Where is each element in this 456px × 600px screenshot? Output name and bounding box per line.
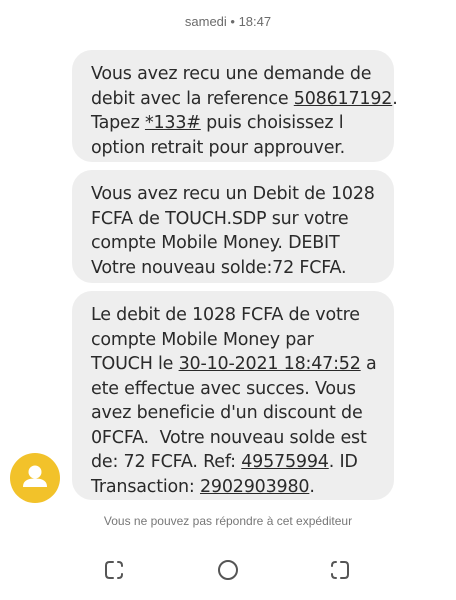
- message-line: Tapez *133# puis choisissez l: [91, 111, 378, 136]
- message-link[interactable]: *133#: [145, 113, 201, 133]
- message-line: Vous avez recu un Debit de 1028: [91, 182, 378, 207]
- message-text: a: [360, 354, 377, 374]
- message-text: 0FCFA. Votre nouveau solde est: [91, 427, 367, 448]
- message-text: .: [309, 476, 315, 497]
- message-text: FCFA de TOUCH.SDP sur votre: [91, 208, 349, 229]
- message-timestamp: samedi • 18:47: [184, 14, 272, 29]
- message-line: Vous avez recu une demande de: [91, 62, 378, 87]
- message-link[interactable]: 30-10-2021 18:47:52: [179, 354, 361, 374]
- message-bubble[interactable]: Vous avez recu une demande de debit avec …: [72, 50, 398, 162]
- message-text: .: [392, 88, 398, 109]
- message-bubble[interactable]: Vous avez recu un Debit de 1028 FCFA de T…: [72, 170, 394, 283]
- message-text: ete effectue avec succes. Vous: [91, 378, 356, 399]
- message-link[interactable]: 508617192: [294, 89, 393, 109]
- home-button[interactable]: [215, 557, 241, 583]
- recents-icon: [105, 561, 123, 579]
- message-text: avez beneficie d'un discount de: [91, 403, 363, 423]
- message-bubble[interactable]: Le debit de 1028 FCFA de votre compte Mob…: [72, 291, 394, 500]
- message-text: puis choisissez l: [200, 113, 344, 133]
- message-line: option retrait pour approuver.: [91, 136, 378, 161]
- person-icon: [23, 465, 47, 487]
- message-text: Le debit de 1028 FCFA de votre: [91, 305, 360, 325]
- message-line: Transaction: 2902903980.: [91, 475, 378, 500]
- message-line: TOUCH le 30-10-2021 18:47:52 a: [91, 352, 378, 377]
- back-icon: [331, 561, 349, 579]
- message-line: compte Mobile Money par: [91, 328, 378, 353]
- message-text: compte Mobile Money. DEBIT: [91, 233, 340, 253]
- message-link[interactable]: 49575994: [241, 452, 329, 472]
- message-text: TOUCH le: [91, 354, 179, 374]
- sender-avatar[interactable]: [10, 453, 60, 503]
- message-link[interactable]: 2902903980: [200, 477, 310, 497]
- message-text: Vous avez recu une demande de: [91, 64, 372, 84]
- message-text: de: 72 FCFA. Ref:: [91, 452, 242, 472]
- message-line: de: 72 FCFA. Ref: 49575994. ID: [91, 450, 378, 475]
- message-text: option retrait pour approuver.: [91, 137, 346, 158]
- message-line: ete effectue avec succes. Vous: [91, 377, 378, 402]
- message-line: avez beneficie d'un discount de: [91, 401, 378, 426]
- sms-conversation-screen: samedi • 18:47 Vous avez recu une demand…: [0, 0, 456, 600]
- message-line: debit avec la reference 508617192.: [91, 87, 398, 112]
- message-text: Transaction:: [91, 476, 200, 497]
- message-line: compte Mobile Money. DEBIT: [91, 231, 378, 256]
- message-line: FCFA de TOUCH.SDP sur votre: [91, 207, 378, 232]
- message-text: debit avec la reference: [91, 88, 294, 109]
- message-line: Le debit de 1028 FCFA de votre: [91, 303, 378, 328]
- message-text: compte Mobile Money par: [91, 329, 314, 350]
- message-text: Vous avez recu un Debit de 1028: [91, 184, 375, 204]
- message-text: Tapez: [91, 113, 145, 133]
- message-text: Votre nouveau solde:72 FCFA.: [91, 257, 347, 278]
- back-button[interactable]: [327, 557, 353, 583]
- home-icon: [218, 560, 238, 580]
- message-line: 0FCFA. Votre nouveau solde est: [91, 426, 378, 451]
- reply-disabled-note: Vous ne pouvez pas répondre à cet expédi…: [103, 514, 353, 528]
- system-navigation-bar: [0, 555, 456, 585]
- message-line: Votre nouveau solde:72 FCFA.: [91, 256, 378, 281]
- message-text: . ID: [328, 452, 358, 472]
- recents-button[interactable]: [101, 557, 127, 583]
